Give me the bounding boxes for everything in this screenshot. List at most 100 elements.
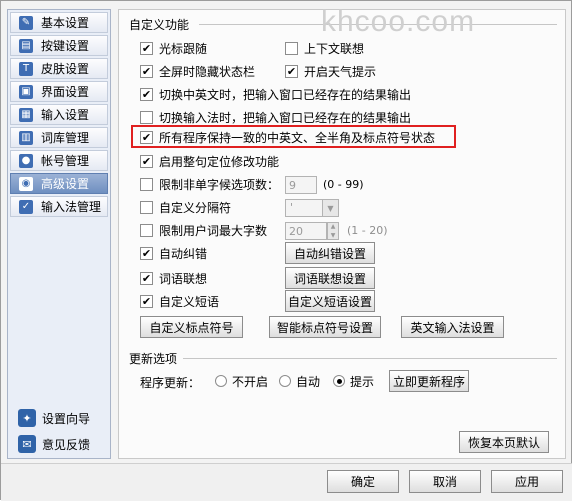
sidebar-item-label: 输入设置: [41, 108, 90, 122]
update-label: 程序更新：: [140, 376, 201, 390]
cursor-follow-label: 光标跟随: [159, 41, 208, 56]
limit-user-word-range: (1 - 20): [347, 224, 388, 237]
custom-sep-dropdown[interactable]: ' ▼: [285, 199, 339, 217]
shirt-icon: T: [19, 61, 33, 76]
update-auto-label: 自动: [296, 374, 321, 389]
checkbox-checked-icon: ✔: [140, 271, 153, 285]
limit-single-label: 限制非单字候选项数：: [159, 177, 280, 192]
consistent-state-checkbox[interactable]: ✔ 所有程序保持一致的中英文、全半角及标点符号状态: [140, 128, 435, 146]
limit-single-checkbox[interactable]: 限制非单字候选项数：: [140, 175, 279, 193]
auto-correct-checkbox[interactable]: ✔ 自动纠错: [140, 244, 207, 262]
cancel-button[interactable]: 取消: [409, 470, 481, 493]
sidebar-item-label: 高级设置: [41, 177, 90, 191]
watermark-text: khcoo.com: [321, 5, 476, 38]
custom-section-title: 自定义功能: [129, 18, 190, 32]
sidebar-item-advanced[interactable]: ◉ 高级设置: [10, 173, 108, 194]
update-prompt-label: 提示: [350, 374, 375, 389]
cursor-follow-checkbox[interactable]: ✔ 光标跟随: [140, 39, 207, 57]
checkbox-unchecked-icon: [140, 200, 153, 214]
checklist-icon: ✓: [19, 199, 33, 214]
apply-button[interactable]: 应用: [491, 470, 563, 493]
radio-unselected-icon: [279, 375, 291, 387]
weather-label: 开启天气提示: [304, 64, 377, 79]
word-assoc-settings-button[interactable]: 词语联想设置: [285, 267, 375, 289]
sidebar-item-label: 词库管理: [41, 131, 90, 145]
feedback-icon: ✉: [18, 435, 36, 453]
update-prompt-radio[interactable]: 提示: [333, 372, 374, 390]
word-assoc-checkbox[interactable]: ✔ 词语联想: [140, 269, 207, 287]
keyboard-icon: ▤: [19, 38, 33, 53]
advanced-icon: ◉: [19, 176, 33, 191]
sidebar-item-label: 按键设置: [41, 39, 90, 53]
sidebar: ✎ 基本设置 ▤ 按键设置 T 皮肤设置 ▣ 界面设置 ▦ 输入设置 ▥ 词库管…: [7, 9, 111, 459]
input-icon: ▦: [19, 107, 33, 122]
checkbox-checked-icon: ✔: [140, 154, 153, 168]
dialog-footer: 确定 取消 应用: [1, 463, 572, 501]
sentence-locate-checkbox[interactable]: ✔ 启用整句定位修改功能: [140, 152, 279, 170]
checkbox-checked-icon: ✔: [140, 246, 153, 260]
advanced-settings-panel: 自定义功能 ✔ 光标跟随 上下文联想 ✔ 全屏时隐藏状态栏 ✔ 开启天气提示 ✔…: [118, 9, 566, 459]
radio-unselected-icon: [215, 375, 227, 387]
spinner-arrows-icon[interactable]: ▲ ▼: [327, 222, 339, 240]
consistent-state-label: 所有程序保持一致的中英文、全半角及标点符号状态: [159, 130, 436, 145]
smart-punct-button[interactable]: 智能标点符号设置: [269, 316, 381, 338]
custom-phrase-settings-button[interactable]: 自定义短语设置: [285, 290, 375, 312]
limit-user-word-input[interactable]: 20: [285, 222, 327, 240]
sidebar-item-keys[interactable]: ▤ 按键设置: [10, 35, 108, 56]
sidebar-item-label: 界面设置: [41, 85, 90, 99]
sidebar-item-interface[interactable]: ▣ 界面设置: [10, 81, 108, 102]
checkbox-unchecked-icon: [140, 223, 153, 237]
switch-cn-en-checkbox[interactable]: ✔ 切换中英文时，把输入窗口已经存在的结果输出: [140, 85, 411, 103]
context-assoc-checkbox[interactable]: 上下文联想: [285, 39, 364, 57]
auto-correct-label: 自动纠错: [159, 246, 208, 261]
custom-sep-label: 自定义分隔符: [159, 200, 232, 215]
radio-selected-icon: [333, 375, 345, 387]
update-auto-radio[interactable]: 自动: [279, 372, 320, 390]
feedback-link[interactable]: ✉ 意见反馈: [18, 434, 113, 454]
sidebar-item-dictionary[interactable]: ▥ 词库管理: [10, 127, 108, 148]
custom-phrase-label: 自定义短语: [159, 294, 220, 309]
checkbox-checked-icon: ✔: [140, 41, 153, 55]
settings-window: ✎ 基本设置 ▤ 按键设置 T 皮肤设置 ▣ 界面设置 ▦ 输入设置 ▥ 词库管…: [0, 0, 572, 501]
checkbox-unchecked-icon: [285, 41, 298, 55]
checkbox-checked-icon: ✔: [285, 64, 298, 78]
sidebar-item-label: 基本设置: [41, 16, 90, 30]
limit-user-word-checkbox[interactable]: 限制用户词最大字数: [140, 221, 267, 239]
weather-checkbox[interactable]: ✔ 开启天气提示: [285, 62, 376, 80]
update-off-radio[interactable]: 不开启: [215, 372, 268, 390]
chevron-down-icon[interactable]: ▼: [322, 200, 338, 216]
checkbox-checked-icon: ✔: [140, 87, 153, 101]
restore-defaults-button[interactable]: 恢复本页默认: [459, 431, 549, 453]
context-assoc-label: 上下文联想: [304, 41, 365, 56]
custom-phrase-checkbox[interactable]: ✔ 自定义短语: [140, 292, 219, 310]
auto-correct-settings-button[interactable]: 自动纠错设置: [285, 242, 375, 264]
checkbox-unchecked-icon: [140, 110, 153, 124]
sidebar-item-label: 皮肤设置: [41, 62, 90, 76]
sidebar-item-input[interactable]: ▦ 输入设置: [10, 104, 108, 125]
sidebar-item-label: 帐号管理: [41, 154, 90, 168]
fullscreen-hide-checkbox[interactable]: ✔ 全屏时隐藏状态栏: [140, 62, 255, 80]
switch-ime-checkbox[interactable]: 切换输入法时，把输入窗口已经存在的结果输出: [140, 108, 411, 126]
switch-ime-label: 切换输入法时，把输入窗口已经存在的结果输出: [159, 110, 412, 125]
update-section-title: 更新选项: [129, 352, 178, 366]
limit-single-input[interactable]: 9: [285, 176, 317, 194]
user-icon: ●: [19, 153, 33, 168]
english-ime-settings-button[interactable]: 英文输入法设置: [401, 316, 504, 338]
limit-user-word-label: 限制用户词最大字数: [159, 223, 268, 238]
ok-button[interactable]: 确定: [327, 470, 399, 493]
setup-wizard-link[interactable]: ✦ 设置向导: [18, 408, 113, 428]
sidebar-item-account[interactable]: ● 帐号管理: [10, 150, 108, 171]
sidebar-item-skin[interactable]: T 皮肤设置: [10, 58, 108, 79]
checkbox-checked-icon: ✔: [140, 130, 153, 144]
word-assoc-label: 词语联想: [159, 271, 208, 286]
checkbox-checked-icon: ✔: [140, 64, 153, 78]
custom-punct-button[interactable]: 自定义标点符号: [140, 316, 243, 338]
update-now-button[interactable]: 立即更新程序: [389, 370, 469, 392]
limit-single-range: (0 - 99): [323, 178, 364, 191]
custom-sep-value: ': [290, 201, 294, 214]
custom-sep-checkbox[interactable]: 自定义分隔符: [140, 198, 231, 216]
sidebar-item-basic[interactable]: ✎ 基本设置: [10, 12, 108, 33]
setup-wizard-label: 设置向导: [42, 411, 91, 426]
sidebar-item-ime-manage[interactable]: ✓ 输入法管理: [10, 196, 108, 217]
book-icon: ▥: [19, 130, 33, 145]
